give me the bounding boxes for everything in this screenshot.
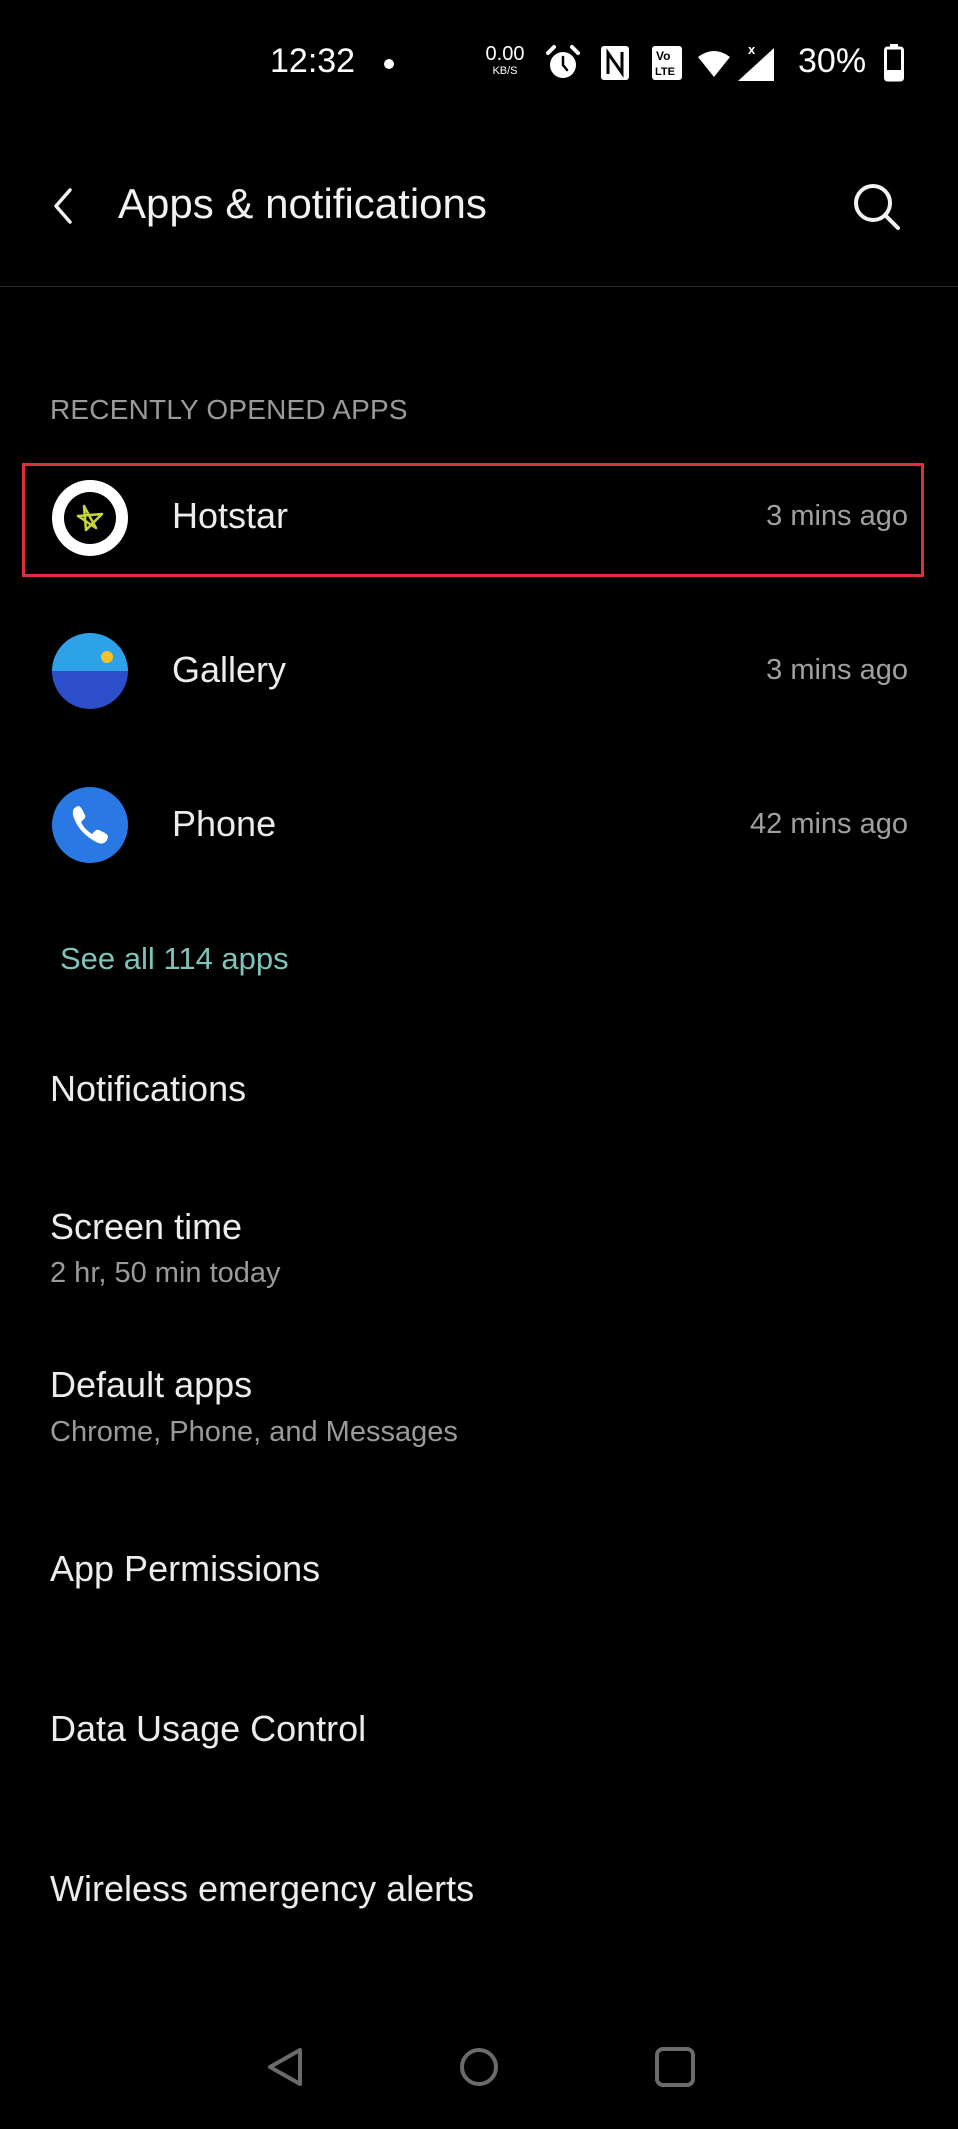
- app-name: Phone: [172, 803, 277, 844]
- battery-percent: 30%: [798, 42, 867, 80]
- pref-notifications[interactable]: Notifications: [0, 1030, 958, 1150]
- pref-app-permissions[interactable]: App Permissions: [0, 1500, 958, 1620]
- app-row-gallery[interactable]: Gallery 3 mins ago: [0, 597, 958, 747]
- nav-home-icon[interactable]: [456, 2044, 502, 2090]
- svg-text:Vo: Vo: [656, 49, 670, 63]
- pref-subtitle: Chrome, Phone, and Messages: [50, 1416, 458, 1448]
- section-label-recent-apps: RECENTLY OPENED APPS: [50, 394, 408, 425]
- alarm-icon: [546, 45, 580, 78]
- app-last-opened: 42 mins ago: [750, 808, 908, 840]
- pref-wireless-emergency-alerts[interactable]: Wireless emergency alerts: [0, 1820, 958, 1940]
- cell-signal-icon: x: [738, 42, 774, 81]
- wifi-icon: [698, 51, 730, 77]
- pref-screen-time[interactable]: Screen time 2 hr, 50 min today: [0, 1180, 958, 1300]
- volte-icon: Vo LTE: [652, 46, 682, 80]
- back-chevron-icon[interactable]: [48, 186, 80, 226]
- notification-dot-icon: [384, 59, 394, 69]
- pref-title: Notifications: [50, 1068, 247, 1109]
- pref-title: Data Usage Control: [50, 1708, 367, 1749]
- nfc-icon: [601, 46, 629, 80]
- app-last-opened: 3 mins ago: [766, 654, 908, 686]
- status-time: 12:32: [270, 42, 356, 80]
- network-speed-unit: KB/S: [492, 65, 518, 77]
- battery-icon: [884, 44, 904, 82]
- svg-text:x: x: [748, 42, 756, 57]
- nav-recents-icon[interactable]: [652, 2044, 698, 2090]
- app-row-phone[interactable]: Phone 42 mins ago: [0, 751, 958, 901]
- pref-default-apps[interactable]: Default apps Chrome, Phone, and Messages: [0, 1340, 958, 1460]
- network-speed-value: 0.00: [485, 43, 525, 65]
- phone-icon: [52, 787, 128, 863]
- highlight-box: [22, 463, 924, 577]
- pref-title: Wireless emergency alerts: [50, 1868, 475, 1909]
- pref-title: Screen time: [50, 1206, 243, 1247]
- header-divider: [0, 286, 958, 287]
- pref-subtitle: 2 hr, 50 min today: [50, 1257, 281, 1289]
- pref-title: Default apps: [50, 1364, 253, 1405]
- page-title: Apps & notifications: [118, 180, 487, 227]
- network-speed: 0.00 KB/S: [482, 44, 528, 77]
- search-icon[interactable]: [850, 180, 904, 234]
- app-name: Gallery: [172, 649, 287, 690]
- pref-data-usage-control[interactable]: Data Usage Control: [0, 1660, 958, 1780]
- see-all-apps-link[interactable]: See all 114 apps: [60, 941, 289, 977]
- svg-text:LTE: LTE: [655, 66, 675, 78]
- nav-back-icon[interactable]: [262, 2044, 308, 2090]
- gallery-icon: [52, 633, 128, 709]
- pref-title: App Permissions: [50, 1548, 321, 1589]
